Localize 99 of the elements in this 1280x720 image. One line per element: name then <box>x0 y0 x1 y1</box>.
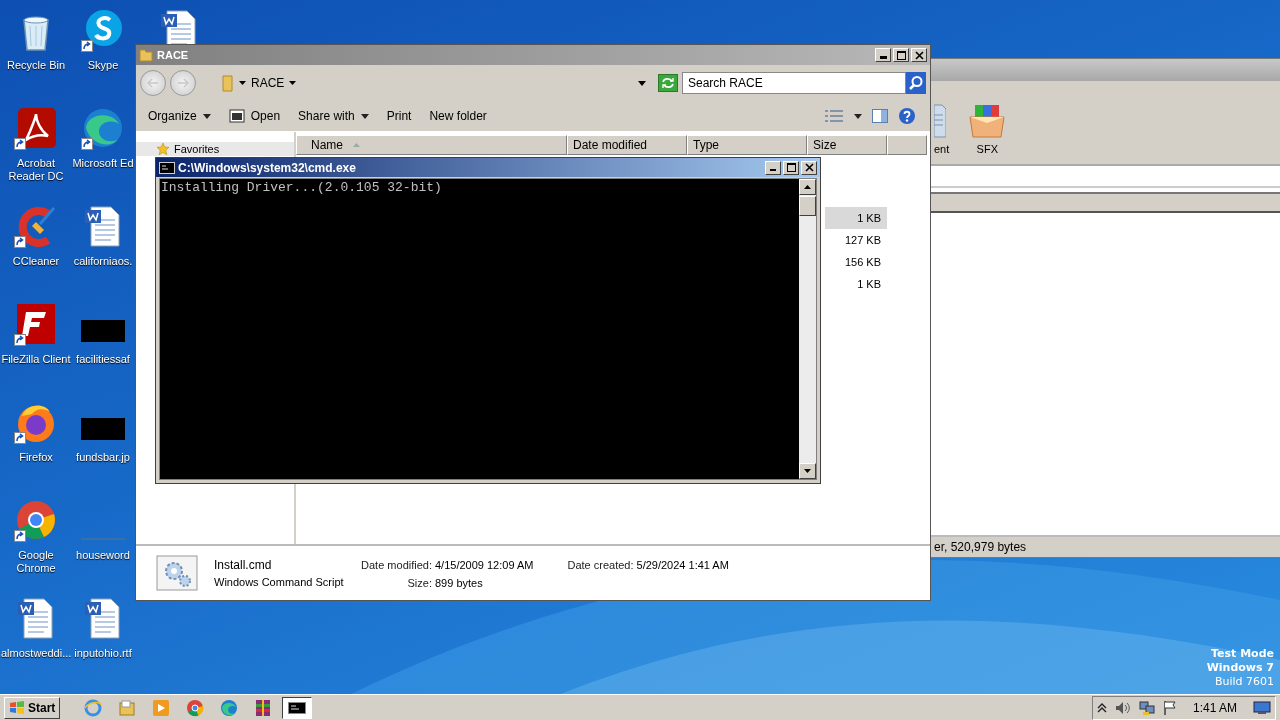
column-header <box>887 135 927 155</box>
speaker-icon[interactable] <box>1114 700 1131 715</box>
flag-icon[interactable] <box>1162 699 1177 716</box>
caret-icon[interactable] <box>638 80 646 86</box>
icon-label[interactable]: californiaos. <box>72 255 134 268</box>
close-button[interactable] <box>801 160 817 175</box>
gear-file-icon <box>156 555 198 591</box>
window-title: C:\Windows\system32\cmd.exe <box>178 160 356 175</box>
icon-label[interactable]: FileZilla Client <box>1 353 71 366</box>
file-name: Install.cmd <box>214 558 273 572</box>
scroll-thumb[interactable] <box>799 196 816 216</box>
folder-icon <box>118 698 137 717</box>
browser-icon <box>220 698 239 717</box>
window-title: RACE <box>157 49 189 61</box>
scroll-down-icon[interactable] <box>804 469 811 473</box>
icon-label[interactable]: CCleaner <box>1 255 71 268</box>
close-icon <box>804 163 814 172</box>
help-icon[interactable] <box>898 107 916 125</box>
size-cell[interactable]: 156 KB <box>825 251 887 273</box>
close-button[interactable] <box>911 48 927 62</box>
close-icon <box>914 50 924 60</box>
toolbar-label[interactable]: SFX <box>976 143 998 155</box>
field-label: Size: <box>406 577 432 589</box>
network-icon[interactable] <box>1138 699 1155 716</box>
archive-icon[interactable] <box>967 103 1008 139</box>
folder-icon <box>222 74 234 92</box>
os-notice-text: Windows 7 <box>1206 661 1274 675</box>
start-button[interactable]: Start <box>4 696 61 719</box>
column-header[interactable]: Date modified <box>567 135 687 155</box>
browser-icon <box>186 698 205 717</box>
icon-label[interactable]: houseword <box>72 549 134 562</box>
icon-label[interactable]: Microsoft Ed <box>72 157 134 170</box>
icon-label[interactable]: Acrobat Reader DC <box>1 157 71 183</box>
forward-arrow-icon <box>177 78 189 88</box>
maximize-icon <box>786 163 796 172</box>
caret-icon <box>360 113 369 119</box>
field-label: Date created: <box>567 559 634 571</box>
console-icon <box>159 161 175 174</box>
minimize-button[interactable] <box>765 160 781 175</box>
toolbar-button[interactable]: Open <box>224 106 285 126</box>
column-header[interactable]: Name <box>296 135 567 155</box>
minimize-icon <box>879 56 887 59</box>
icon-label[interactable]: facilitiessaf <box>72 353 134 366</box>
toolbar-button[interactable]: Share with <box>294 106 373 126</box>
folder-icon <box>139 48 153 62</box>
status-text: er, 520,979 bytes <box>934 540 1027 554</box>
windows-logo-icon <box>9 700 25 715</box>
back-arrow-icon <box>147 78 159 88</box>
size-cell[interactable]: 1 KB <box>825 207 887 229</box>
refresh-button[interactable] <box>658 74 678 92</box>
maximize-button[interactable] <box>893 48 909 62</box>
taskbar-button[interactable] <box>282 696 313 719</box>
icon-label[interactable]: fundsbar.jp <box>72 451 134 464</box>
maximize-icon <box>896 50 906 60</box>
os-notice-text: Test Mode <box>1211 647 1274 661</box>
refresh-icon <box>661 77 675 89</box>
show-hidden-icons-icon[interactable] <box>1096 702 1107 713</box>
monitor-icon[interactable] <box>1253 700 1271 715</box>
toolbar-button[interactable]: New folder <box>425 106 491 126</box>
ftp-app-icon[interactable] <box>14 302 58 346</box>
field-value: 5/29/2024 1:41 AM <box>636 559 729 571</box>
clock[interactable]: 1:41 AM <box>1192 700 1237 715</box>
column-header[interactable]: Size <box>807 135 887 155</box>
caret-icon[interactable] <box>854 113 862 119</box>
console-line: Installing Driver...(2.0.105 32-bit) <box>161 181 443 195</box>
caret-icon[interactable] <box>289 81 297 85</box>
size-cell[interactable]: 127 KB <box>825 229 887 251</box>
icon-label[interactable]: Firefox <box>1 451 71 464</box>
console-file-icon <box>228 109 245 123</box>
search-field[interactable]: Search RACE <box>682 72 906 94</box>
icon-label[interactable]: Skype <box>72 59 134 72</box>
toolbar-button[interactable]: Print <box>382 106 416 126</box>
field-value: 4/15/2009 12:09 AM <box>435 559 534 571</box>
icon-label[interactable]: Google Chrome <box>1 549 71 575</box>
minimize-button[interactable] <box>875 48 891 62</box>
browser-icon[interactable] <box>81 106 125 150</box>
icon-label[interactable]: inputohio.rtf <box>72 647 134 660</box>
icon-label[interactable]: almostweddi... <box>1 647 71 660</box>
caret-icon <box>202 113 211 119</box>
browser-icon <box>84 698 103 717</box>
toolbar-label[interactable]: ent <box>934 143 950 155</box>
file-type: Windows Command Script <box>214 576 344 588</box>
breadcrumb-item[interactable]: RACE <box>251 76 285 90</box>
maximize-button[interactable] <box>783 160 799 175</box>
preview-pane-icon[interactable] <box>872 109 888 123</box>
scrollbar[interactable] <box>799 179 816 479</box>
field-value: 899 bytes <box>435 577 483 589</box>
star-icon <box>156 142 170 156</box>
field-label: Date modified: <box>360 559 432 571</box>
archive-icon <box>254 698 273 717</box>
os-notice-text: Build 7601 <box>1214 675 1274 689</box>
browser-icon[interactable] <box>14 498 58 542</box>
size-cell[interactable]: 1 KB <box>825 273 887 295</box>
column-header[interactable]: Type <box>687 135 807 155</box>
scroll-up-icon[interactable] <box>804 185 811 189</box>
caret-icon[interactable] <box>239 81 246 85</box>
icon-label[interactable]: Recycle Bin <box>1 59 71 72</box>
media-player-icon <box>152 698 171 717</box>
toolbar-button[interactable]: Organize <box>144 106 215 126</box>
